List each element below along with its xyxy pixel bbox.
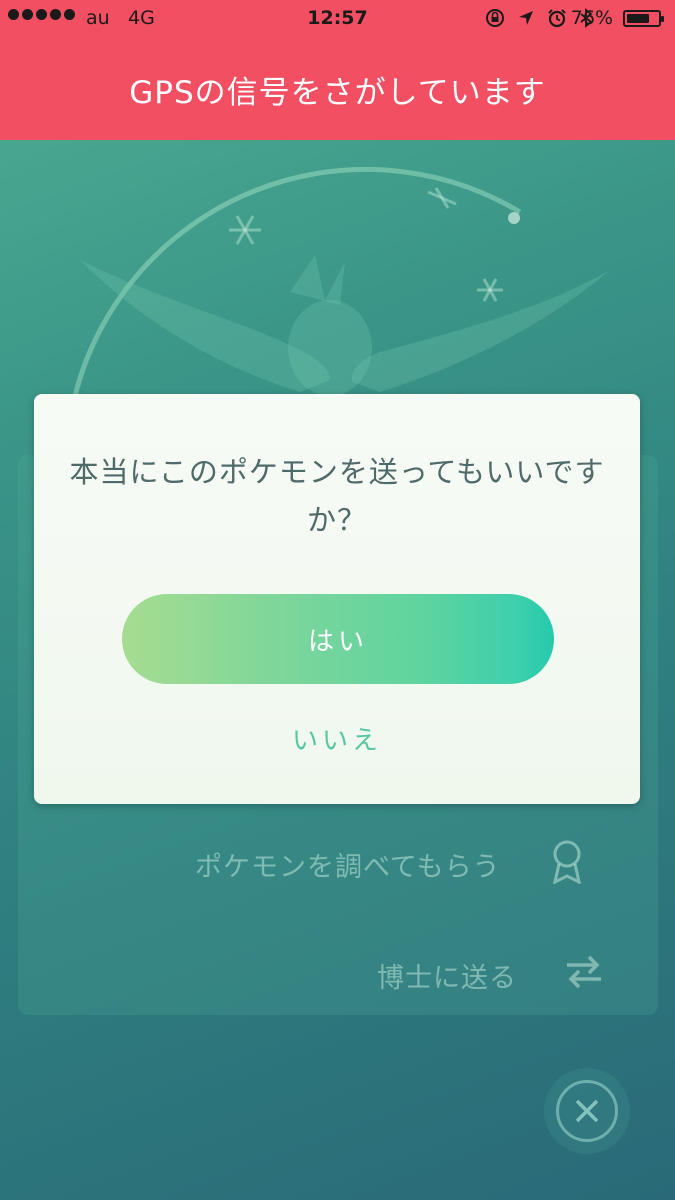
close-icon xyxy=(575,1099,599,1123)
transfer-menu-item[interactable]: 博士に送る xyxy=(377,955,603,996)
rotation-lock-icon xyxy=(486,9,504,27)
ribbon-medal-icon xyxy=(549,838,585,891)
transfer-label: 博士に送る xyxy=(377,963,517,994)
location-arrow-icon xyxy=(519,11,533,25)
battery-icon xyxy=(623,10,664,27)
battery-percent: 76% xyxy=(570,7,613,29)
close-button[interactable] xyxy=(556,1080,618,1142)
gps-searching-banner: GPSの信号をさがしています xyxy=(0,38,675,140)
appraise-menu-item[interactable]: ポケモンを調べてもらう xyxy=(195,838,585,891)
status-bar: au 4G 12:57 76% xyxy=(0,0,675,38)
swap-arrows-icon xyxy=(565,955,603,996)
no-button[interactable]: いいえ xyxy=(34,720,640,757)
yes-button[interactable]: はい xyxy=(122,594,554,684)
appraise-label: ポケモンを調べてもらう xyxy=(195,852,501,883)
transfer-confirm-dialog: 本当にこのポケモンを送ってもいいですか？ はい いいえ xyxy=(34,394,640,804)
dialog-message: 本当にこのポケモンを送ってもいいですか？ xyxy=(69,455,605,537)
battery-level xyxy=(627,14,649,23)
alarm-icon xyxy=(548,9,566,28)
